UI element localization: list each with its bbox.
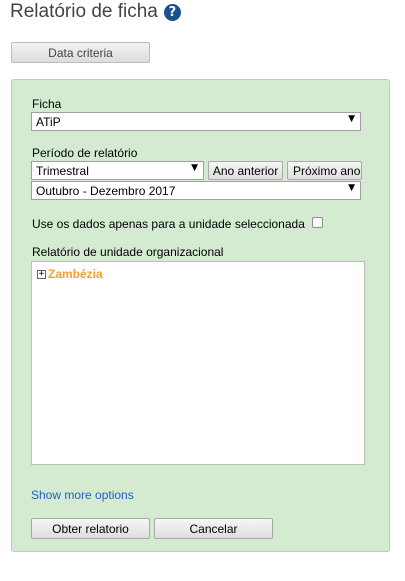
- period-select-value: Outubro - Dezembro 2017: [36, 183, 176, 198]
- cancelar-button[interactable]: Cancelar: [154, 518, 273, 539]
- ano-anterior-button[interactable]: Ano anterior: [208, 161, 283, 180]
- ficha-select-value: ATiP: [36, 114, 61, 129]
- use-data-checkbox[interactable]: [312, 217, 323, 228]
- report-form-panel: Ficha ATiP ▼ Período de relatório Trimes…: [11, 79, 390, 552]
- periodo-label: Período de relatório: [32, 146, 138, 160]
- period-select[interactable]: Outubro - Dezembro 2017 ▼: [31, 181, 361, 200]
- proximo-ano-button[interactable]: Próximo ano: [287, 161, 362, 180]
- report-page: Relatório de ficha ? Data criteria Ficha…: [0, 0, 405, 581]
- org-unit-label: Relatório de unidade organizacional: [32, 245, 224, 259]
- page-title: Relatório de ficha: [10, 1, 158, 22]
- show-more-options-link[interactable]: Show more options: [31, 488, 134, 502]
- chevron-down-icon: ▼: [191, 163, 198, 173]
- chevron-down-icon: ▼: [348, 183, 355, 193]
- tree-item-label[interactable]: Zambézia: [48, 267, 103, 281]
- data-criteria-button[interactable]: Data criteria: [11, 42, 150, 63]
- tree-item-zambezia[interactable]: + Zambézia: [37, 267, 103, 281]
- ficha-select[interactable]: ATiP ▼: [31, 112, 361, 131]
- use-data-label: Use os dados apenas para a unidade selec…: [32, 217, 305, 231]
- periodo-type-value: Trimestral: [36, 163, 89, 178]
- ficha-label: Ficha: [32, 97, 62, 111]
- title-row: Relatório de ficha ?: [10, 0, 181, 24]
- chevron-down-icon: ▼: [348, 114, 355, 124]
- org-unit-tree[interactable]: + Zambézia: [31, 261, 365, 465]
- help-icon[interactable]: ?: [163, 3, 181, 21]
- periodo-type-select[interactable]: Trimestral ▼: [31, 161, 204, 180]
- obter-relatorio-button[interactable]: Obter relatorio: [31, 518, 150, 539]
- expand-icon[interactable]: +: [37, 269, 46, 279]
